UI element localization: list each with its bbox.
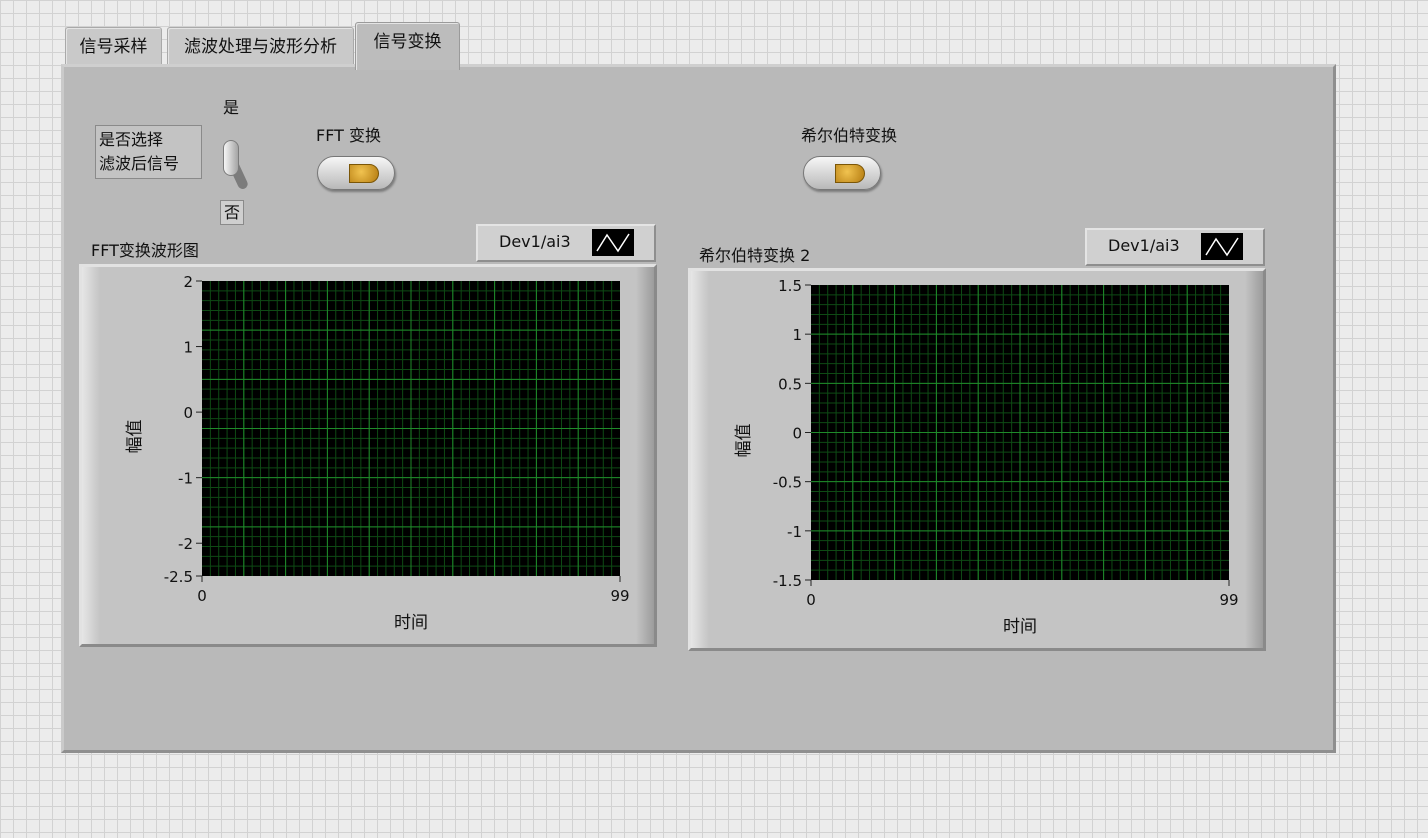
plot-legend-fft-label: Dev1/ai3	[499, 232, 571, 251]
hilbert-button[interactable]	[803, 156, 881, 190]
waveform-icon	[1201, 233, 1243, 260]
filter-switch-label-line1: 是否选择	[99, 130, 164, 149]
tab-signal-sampling[interactable]: 信号采样	[65, 27, 162, 65]
hilbert-button-lamp	[835, 164, 865, 183]
waveform-icon	[592, 229, 634, 256]
filter-switch-label-line2: 滤波后信号	[99, 154, 180, 173]
tab-signal-transform[interactable]: 信号变换	[355, 22, 460, 70]
tab-panel	[61, 64, 1336, 753]
plot-legend-hilbert-label: Dev1/ai3	[1108, 236, 1180, 255]
plot-legend-fft[interactable]: Dev1/ai3	[476, 224, 656, 262]
switch-lever	[223, 140, 239, 176]
fft-button-lamp	[349, 164, 379, 183]
tab-filter-analysis[interactable]: 滤波处理与波形分析	[167, 27, 354, 65]
fft-button[interactable]	[317, 156, 395, 190]
filter-toggle-switch[interactable]	[223, 140, 250, 191]
filter-switch-label: 是否选择 滤波后信号	[95, 125, 202, 179]
plot-legend-hilbert[interactable]: Dev1/ai3	[1085, 228, 1265, 266]
